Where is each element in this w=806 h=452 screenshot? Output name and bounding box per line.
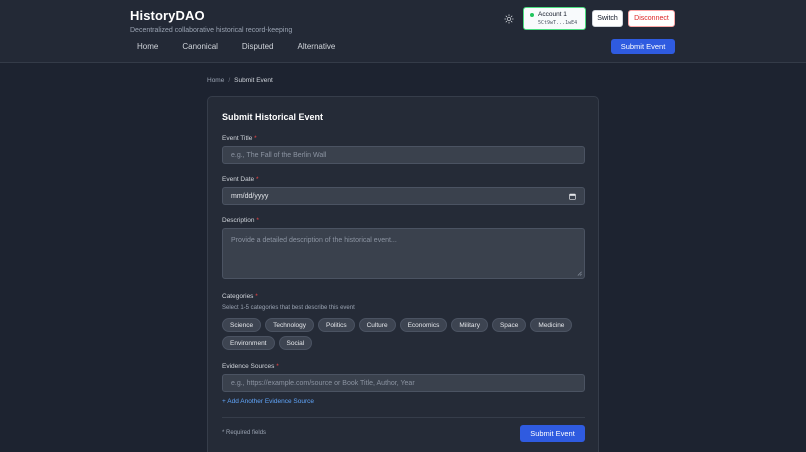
brand: HistoryDAO Decentralized collaborative h…	[130, 8, 292, 34]
breadcrumb-separator: /	[228, 77, 231, 84]
app-header: HistoryDAO Decentralized collaborative h…	[0, 0, 806, 63]
description-label-text: Description	[222, 217, 255, 224]
required-marker: *	[256, 217, 259, 224]
resize-handle-icon[interactable]	[577, 271, 582, 276]
submit-event-form: Submit Historical Event Event Title * e.…	[207, 96, 599, 452]
sun-icon[interactable]	[502, 12, 516, 26]
breadcrumb-current: Submit Event	[234, 77, 273, 84]
event-title-label-text: Event Title	[222, 135, 253, 142]
event-date-label: Event Date *	[222, 176, 259, 183]
event-date-input[interactable]: mm/dd/yyyy	[222, 187, 585, 205]
event-date-value: mm/dd/yyyy	[231, 192, 269, 200]
disconnect-button[interactable]: Disconnect	[628, 10, 675, 27]
event-date-label-text: Event Date	[222, 176, 255, 183]
nav-alternative[interactable]: Alternative	[291, 39, 343, 55]
category-chip-science[interactable]: Science	[222, 318, 262, 332]
form-title: Submit Historical Event	[222, 112, 324, 122]
required-marker: *	[255, 176, 259, 183]
breadcrumb-home[interactable]: Home	[207, 77, 224, 84]
breadcrumb: Home / Submit Event	[207, 77, 273, 84]
category-chip-medicine[interactable]: Medicine	[530, 318, 573, 332]
nav-canonical[interactable]: Canonical	[175, 39, 225, 55]
calendar-icon[interactable]	[569, 193, 576, 200]
add-evidence-source-link[interactable]: + Add Another Evidence Source	[222, 398, 314, 405]
evidence-label: Evidence Sources *	[222, 363, 279, 370]
required-fields-note: * Required fields	[222, 430, 267, 436]
category-chip-military[interactable]: Military	[451, 318, 488, 332]
nav-home[interactable]: Home	[130, 39, 165, 55]
required-marker: *	[254, 135, 257, 142]
submit-event-button[interactable]: Submit Event	[520, 425, 585, 442]
category-chip-environment[interactable]: Environment	[222, 336, 275, 350]
form-divider	[222, 417, 585, 418]
category-chip-economics[interactable]: Economics	[399, 318, 448, 332]
event-title-label: Event Title *	[222, 135, 257, 142]
submit-event-nav-button[interactable]: Submit Event	[611, 39, 675, 54]
required-marker: *	[255, 293, 258, 300]
category-chips: Science Technology Politics Culture Econ…	[222, 318, 592, 354]
account-address: 5Ct9wT...1wE4	[538, 20, 578, 26]
main-nav: Home Canonical Disputed Alternative	[130, 39, 352, 55]
required-marker: *	[276, 363, 279, 370]
category-chip-technology[interactable]: Technology	[265, 318, 315, 332]
switch-account-button[interactable]: Switch	[592, 10, 623, 27]
connected-status-icon	[530, 12, 534, 17]
categories-label: Categories *	[222, 293, 258, 300]
description-label: Description *	[222, 217, 259, 224]
category-chip-culture[interactable]: Culture	[358, 318, 396, 332]
category-chip-social[interactable]: Social	[278, 336, 313, 350]
category-chip-politics[interactable]: Politics	[318, 318, 355, 332]
account-badge[interactable]: Account 1 5Ct9wT...1wE4	[523, 7, 586, 30]
categories-label-text: Categories	[222, 293, 254, 300]
categories-helper: Select 1-5 categories that best describe…	[222, 305, 355, 311]
evidence-source-input[interactable]: e.g., https://example.com/source or Book…	[222, 374, 585, 392]
evidence-label-text: Evidence Sources	[222, 363, 275, 370]
app-tagline: Decentralized collaborative historical r…	[130, 27, 293, 34]
category-chip-space[interactable]: Space	[491, 318, 527, 332]
app-title[interactable]: HistoryDAO	[130, 8, 292, 23]
nav-disputed[interactable]: Disputed	[235, 39, 281, 55]
event-title-input[interactable]: e.g., The Fall of the Berlin Wall	[222, 146, 585, 164]
description-placeholder: Provide a detailed description of the hi…	[231, 237, 397, 244]
account-name: Account 1	[538, 11, 567, 18]
description-textarea[interactable]: Provide a detailed description of the hi…	[222, 228, 585, 279]
